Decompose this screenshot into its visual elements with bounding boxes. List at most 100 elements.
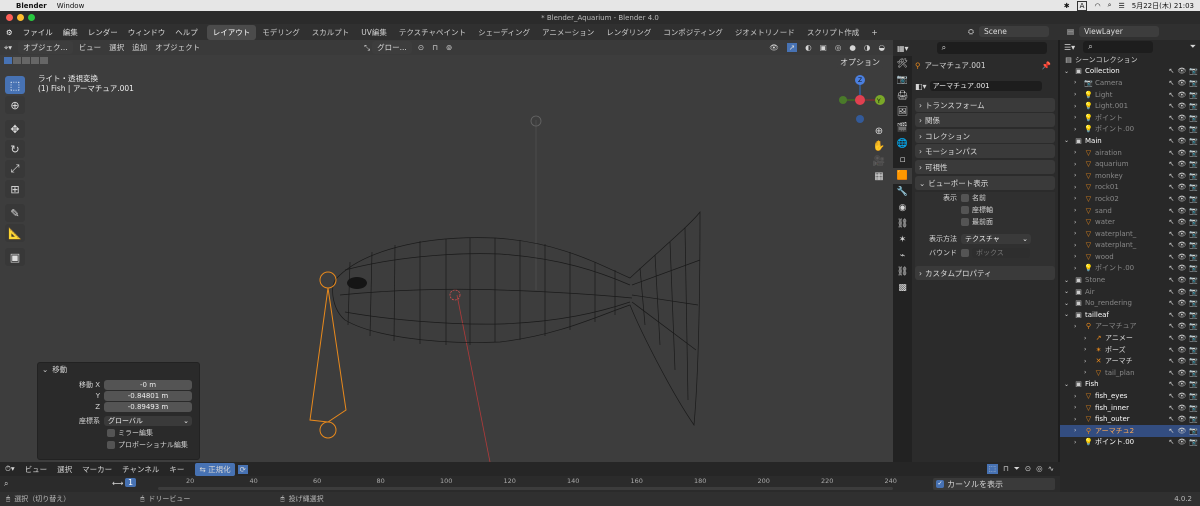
- menu-window[interactable]: ウィンドウ: [128, 27, 166, 38]
- select-toggle-icon[interactable]: ↖: [1169, 322, 1175, 330]
- eye-icon[interactable]: 👁: [1177, 67, 1186, 75]
- constraint-tab-icon[interactable]: ⛓: [893, 216, 912, 232]
- outliner-row[interactable]: › ▽ rock02 ↖ 👁 📷: [1060, 193, 1200, 205]
- select-toggle-icon[interactable]: ↖: [1169, 137, 1175, 145]
- outliner-row[interactable]: ⌄ ▣ Stone ↖ 👁 📷: [1060, 274, 1200, 286]
- show-axes-checkbox[interactable]: 座標軸: [915, 204, 1055, 216]
- data-tab-icon[interactable]: ✶: [893, 232, 912, 248]
- modifier-tab-icon[interactable]: 🔧: [893, 184, 912, 200]
- control-center-icon[interactable]: ☰: [1118, 2, 1124, 10]
- tab-modeling[interactable]: モデリング: [256, 25, 306, 40]
- show-name-checkbox[interactable]: 名前: [961, 193, 986, 203]
- select-toggle-icon[interactable]: ↖: [1169, 415, 1175, 423]
- expand-arrow-icon[interactable]: ›: [1074, 184, 1076, 191]
- zoom-icon[interactable]: ⊕: [875, 126, 883, 137]
- select-toggle-icon[interactable]: ↖: [1169, 404, 1175, 412]
- eye-icon[interactable]: 👁: [1177, 357, 1186, 365]
- expand-arrow-icon[interactable]: ›: [1084, 358, 1086, 365]
- render-camera-icon[interactable]: 📷: [1189, 253, 1198, 261]
- outliner-item-name[interactable]: water: [1095, 218, 1115, 226]
- snap-timeline-icon[interactable]: ⊓: [1003, 464, 1009, 474]
- render-camera-icon[interactable]: 📷: [1189, 207, 1198, 215]
- outliner-item-name[interactable]: Light: [1095, 91, 1112, 99]
- outliner-item-name[interactable]: ポイント.00: [1095, 263, 1134, 273]
- render-camera-icon[interactable]: 📷: [1189, 276, 1198, 284]
- display-as-dropdown[interactable]: テクスチャ ⌄: [961, 234, 1031, 244]
- collection-tab-icon[interactable]: ▫: [893, 152, 912, 168]
- eye-icon[interactable]: 👁: [1177, 253, 1186, 261]
- eye-icon[interactable]: 👁: [1177, 91, 1186, 99]
- eye-icon[interactable]: 👁: [1177, 346, 1186, 354]
- select-toggle-icon[interactable]: ↖: [1169, 288, 1175, 296]
- outliner-row[interactable]: ⌄ ▣ Air ↖ 👁 📷: [1060, 286, 1200, 298]
- render-camera-icon[interactable]: 📷: [1189, 288, 1198, 296]
- select-box-icon[interactable]: ⬚: [986, 464, 998, 474]
- camera-view-icon[interactable]: 🎥: [873, 156, 885, 167]
- outliner-row[interactable]: › 💡 Light.001 ↖ 👁 📷: [1060, 100, 1200, 112]
- bounds-dropdown[interactable]: ボックス: [972, 248, 1030, 258]
- outliner-row[interactable]: › ▽ aquarium ↖ 👁 📷: [1060, 158, 1200, 170]
- eye-icon[interactable]: 👁: [1177, 79, 1186, 87]
- expand-arrow-icon[interactable]: ⌄: [1064, 381, 1069, 388]
- outliner-row[interactable]: › ▽ waterplant_ ↖ 👁 📷: [1060, 240, 1200, 252]
- object-name-field[interactable]: アーマチュア.001: [929, 81, 1042, 91]
- outliner-item-name[interactable]: aquarium: [1095, 160, 1129, 168]
- eye-icon[interactable]: 👁: [1177, 334, 1186, 342]
- select-toggle-icon[interactable]: ↖: [1169, 67, 1175, 75]
- add-workspace-icon[interactable]: +: [865, 26, 883, 39]
- eye-icon[interactable]: 👁: [1177, 230, 1186, 238]
- normalize-toggle[interactable]: ⇆ 正規化: [195, 462, 235, 476]
- select-toggle-icon[interactable]: ↖: [1169, 149, 1175, 157]
- render-camera-icon[interactable]: 📷: [1189, 172, 1198, 180]
- bone-tab-icon[interactable]: ⌁: [893, 248, 912, 264]
- tab-compositing[interactable]: コンポジティング: [657, 25, 729, 40]
- eye-icon[interactable]: 👁: [1177, 311, 1186, 319]
- render-camera-icon[interactable]: 📷: [1189, 218, 1198, 226]
- eye-icon[interactable]: 👁: [1177, 288, 1186, 296]
- output-tab-icon[interactable]: 🖨: [893, 88, 912, 104]
- render-camera-icon[interactable]: 📷: [1189, 230, 1198, 238]
- outliner-row[interactable]: ⌄ ▣ Collection ↖ 👁 📷: [1060, 66, 1200, 78]
- eye-icon[interactable]: 👁: [1177, 172, 1186, 180]
- move-x-field[interactable]: -0 m: [104, 379, 192, 390]
- eye-icon[interactable]: 👁: [1177, 114, 1186, 122]
- eye-icon[interactable]: 👁: [1177, 404, 1186, 412]
- tool-tab-icon[interactable]: 🛠: [893, 56, 912, 72]
- eye-icon[interactable]: 👁: [1177, 369, 1186, 377]
- app-menu[interactable]: Blender: [16, 2, 47, 10]
- render-camera-icon[interactable]: 📷: [1189, 380, 1198, 388]
- eye-icon[interactable]: 👁: [1177, 195, 1186, 203]
- select-toggle-icon[interactable]: ↖: [1169, 230, 1175, 238]
- tab-shading[interactable]: シェーディング: [472, 25, 536, 40]
- outliner-item-name[interactable]: ポイント.00: [1095, 437, 1134, 447]
- timeline-menu-channel[interactable]: チャンネル: [122, 464, 159, 475]
- eye-icon[interactable]: 👁: [1177, 241, 1186, 249]
- render-camera-icon[interactable]: 📷: [1189, 392, 1198, 400]
- render-camera-icon[interactable]: 📷: [1189, 346, 1198, 354]
- clock[interactable]: 5月22日(木) 21:03: [1132, 1, 1194, 11]
- show-cursor-checkbox[interactable]: ✓ カーソルを表示: [933, 478, 1055, 490]
- outliner-item-name[interactable]: アーマチュア: [1095, 321, 1136, 331]
- 3d-viewport[interactable]: ⌖▾ オブジェク... ビュー 選択 追加 オブジェクト ⤡ グロー... ⊙ …: [0, 40, 893, 462]
- menu-file[interactable]: ファイル: [23, 27, 53, 38]
- eye-icon[interactable]: 👁: [1177, 427, 1186, 435]
- current-frame[interactable]: 1: [125, 478, 137, 487]
- outliner-item-name[interactable]: waterplant_: [1095, 241, 1136, 249]
- expand-arrow-icon[interactable]: ›: [1074, 172, 1076, 179]
- eye-icon[interactable]: 👁: [1177, 160, 1186, 168]
- outliner-row[interactable]: › ↗ アニメー ↖ 👁 📷: [1060, 332, 1200, 344]
- eye-icon[interactable]: 👁: [1177, 102, 1186, 110]
- panel-viewport-display[interactable]: ⌄ ビューポート表示: [915, 176, 1055, 190]
- outliner-row[interactable]: › ▽ fish_outer ↖ 👁 📷: [1060, 413, 1200, 425]
- curve-icon[interactable]: ∿: [1048, 464, 1054, 474]
- render-camera-icon[interactable]: 📷: [1189, 369, 1198, 377]
- timeline-scrollbar[interactable]: [158, 487, 893, 490]
- expand-arrow-icon[interactable]: ›: [1074, 149, 1076, 156]
- tab-animation[interactable]: アニメーション: [536, 25, 600, 40]
- render-camera-icon[interactable]: 📷: [1189, 357, 1198, 365]
- render-camera-icon[interactable]: 📷: [1189, 67, 1198, 75]
- expand-arrow-icon[interactable]: ⌄: [1064, 277, 1069, 284]
- select-toggle-icon[interactable]: ↖: [1169, 438, 1175, 446]
- select-toggle-icon[interactable]: ↖: [1169, 125, 1175, 133]
- expand-arrow-icon[interactable]: ›: [1074, 207, 1076, 214]
